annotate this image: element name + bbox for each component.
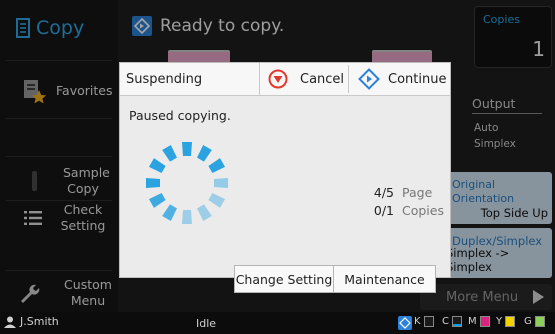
ink-level-bar [451,316,462,327]
copy-screen: Copy Favorites Sample Copy Check Setting… [0,0,555,334]
user-info[interactable]: J.Smith [4,315,59,328]
ink-letter: G [524,316,532,327]
machine-state: Idle [196,317,217,330]
paused-message: Paused copying. [129,108,231,123]
maintenance-button[interactable]: Maintenance [334,265,436,293]
progress-counts: 4/5 Page 0/1 Copies [350,184,444,220]
ink-level-y: Y [496,316,516,327]
ready-diamond-icon [398,316,412,330]
ink-letter: M [468,316,477,327]
ink-level-bar [534,316,545,327]
dialog-body: Paused copying. 4/5 Page 0/1 Copies Chan… [120,96,450,293]
continue-button[interactable]: Continue [352,65,450,93]
ink-level-k: K [414,316,434,327]
suspending-dialog: Suspending Cancel Continue Paused copyin… [119,62,451,293]
ink-letter: C [442,316,449,327]
user-name: J.Smith [20,315,59,328]
copies-unit: Copies [402,203,444,218]
loading-spinner-icon [146,142,228,224]
copies-count: 0/1 [373,203,394,218]
pages-unit: Page [402,185,433,200]
ink-letter: K [414,316,421,327]
dialog-header: Suspending Cancel Continue [120,63,450,96]
continue-label: Continue [388,71,447,87]
copies-count-row: 0/1 Copies [350,202,444,220]
cancel-button[interactable]: Cancel [262,65,349,93]
ink-level-bar [479,316,490,327]
ink-level-c: C [442,316,462,327]
pages-count: 4/5 [373,185,394,200]
pages-count-row: 4/5 Page [350,184,444,202]
ink-level-m: M [468,316,490,327]
ink-letter: Y [496,316,503,327]
ink-level-bar [423,316,434,327]
cancel-label: Cancel [300,71,345,87]
change-setting-label: Change Setting [235,271,333,287]
ink-level-g: G [524,316,545,327]
status-bar: J.Smith Idle K C M Y G [0,312,555,334]
continue-diamond-icon [358,68,380,90]
change-setting-button[interactable]: Change Setting [234,265,334,293]
dialog-title: Suspending [120,63,260,95]
dialog-action-buttons: Change Setting Maintenance [234,265,436,293]
user-icon [4,316,16,328]
maintenance-label: Maintenance [344,271,425,287]
cancel-stop-icon [268,69,288,89]
ink-level-bar [505,316,516,327]
